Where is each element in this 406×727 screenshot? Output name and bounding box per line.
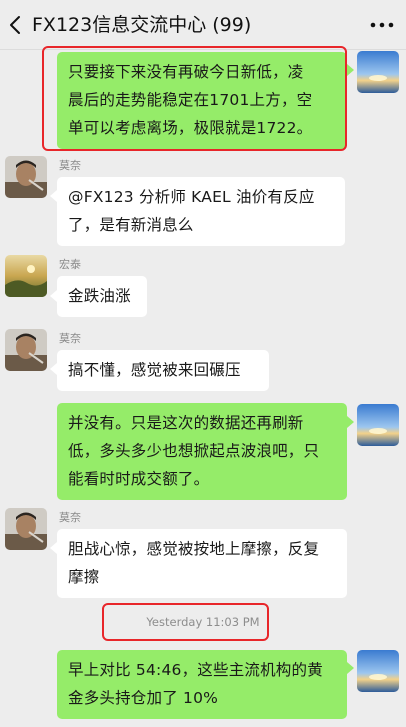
sender-name: 宏泰	[59, 258, 81, 271]
sender-name: 莫奈	[59, 332, 81, 345]
message-text: 了，是有新消息么	[68, 216, 194, 234]
avatar-monet[interactable]	[5, 508, 47, 550]
message-bubble[interactable]: 并没有。只是这次的数据还再刷新 低，多头多少也想掀起点波浪吧，只 能看时时成交额…	[57, 403, 347, 500]
message-bubble[interactable]: 早上对比 54:46，这些主流机构的黄 金多头持仓加了 10%	[57, 650, 347, 719]
bubble-tail	[50, 290, 57, 302]
avatar-monet[interactable]	[5, 329, 47, 371]
message-text: 只要接下来没有再破今日新低，凌	[68, 63, 304, 81]
message-text: 金跌油涨	[68, 287, 131, 305]
chevron-left-icon[interactable]	[4, 11, 28, 39]
message-bubble[interactable]: 搞不懂，感觉被来回碾压	[57, 350, 269, 391]
bubble-tail	[347, 416, 354, 428]
message-bubble[interactable]: 胆战心惊，感觉被按地上摩擦，反复 摩擦	[57, 529, 347, 598]
message-text: @FX123 分析师 KAEL 油价有反应	[68, 188, 315, 206]
message-text: 早上对比 54:46，这些主流机构的黄	[68, 661, 323, 679]
avatar-hongtai[interactable]	[5, 255, 47, 297]
avatar-self[interactable]	[357, 650, 399, 692]
bubble-tail	[347, 662, 354, 674]
message-text: 搞不懂，感觉被来回碾压	[68, 361, 241, 379]
message-text: 晨后的走势能稳定在1701上方，空	[68, 91, 313, 109]
message-bubble[interactable]: 只要接下来没有再破今日新低，凌 晨后的走势能稳定在1701上方，空 单可以考虑离…	[57, 52, 347, 149]
message-bubble[interactable]: @FX123 分析师 KAEL 油价有反应 了，是有新消息么	[57, 177, 345, 246]
more-dots-icon[interactable]	[368, 13, 396, 37]
chat-header: FX123信息交流中心 (99)	[0, 0, 406, 50]
message-text: 胆战心惊，感觉被按地上摩擦，反复	[68, 540, 320, 558]
message-text: 能看时时成交额了。	[68, 470, 210, 488]
avatar-self[interactable]	[357, 404, 399, 446]
bubble-tail	[50, 542, 57, 554]
message-text: 低，多头多少也想掀起点波浪吧，只	[68, 442, 320, 460]
message-bubble[interactable]: 金跌油涨	[57, 276, 147, 317]
message-text: 摩擦	[68, 568, 100, 586]
timestamp: Yesterday 11:03 PM	[146, 615, 260, 629]
message-text: 单可以考虑离场，极限就是1722。	[68, 119, 313, 137]
message-text: 金多头持仓加了 10%	[68, 689, 219, 707]
bubble-tail	[347, 64, 354, 76]
chat-title: FX123信息交流中心 (99)	[32, 14, 252, 36]
sender-name: 莫奈	[59, 159, 81, 172]
avatar-self[interactable]	[357, 51, 399, 93]
bubble-tail	[50, 190, 57, 202]
sender-name: 莫奈	[59, 511, 81, 524]
message-text: 并没有。只是这次的数据还再刷新	[68, 414, 304, 432]
avatar-monet[interactable]	[5, 156, 47, 198]
bubble-tail	[50, 363, 57, 375]
